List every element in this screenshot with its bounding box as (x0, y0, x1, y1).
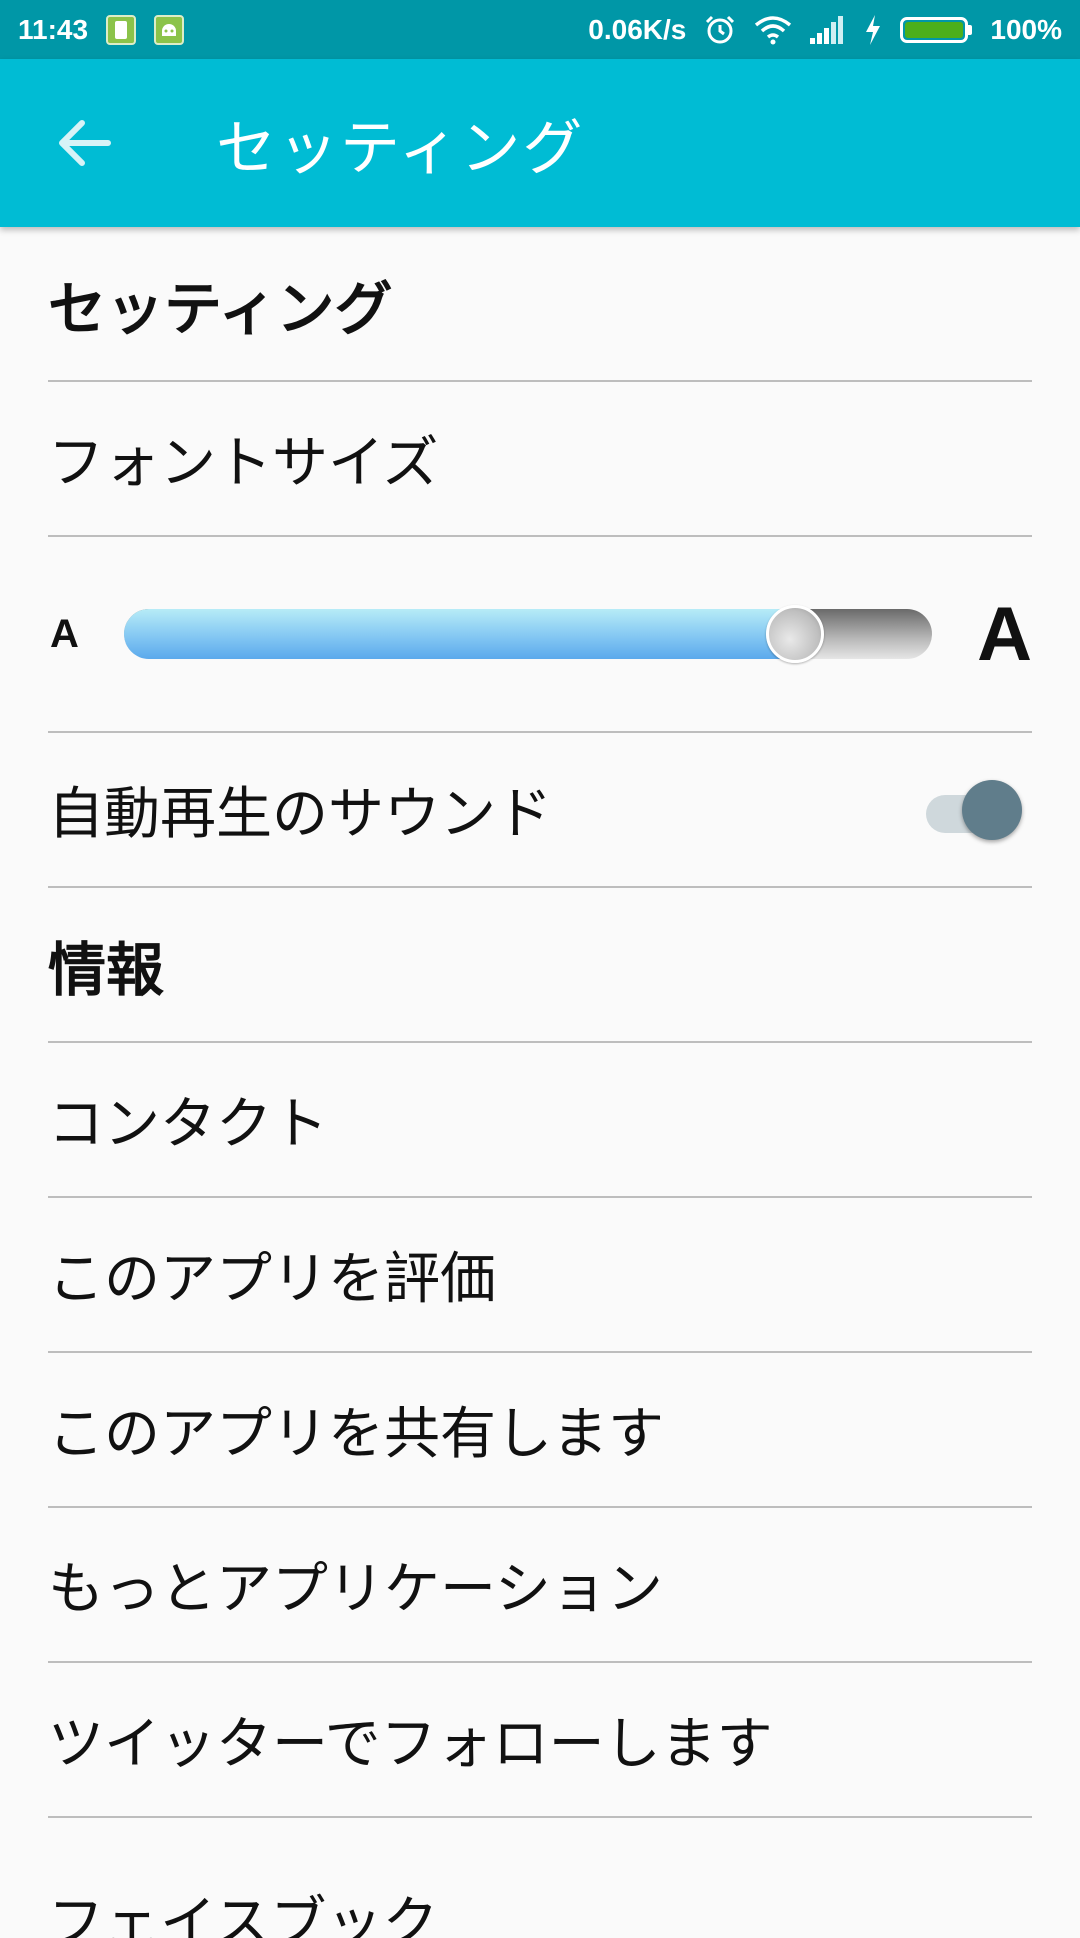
network-speed: 0.06K/s (588, 13, 687, 45)
small-font-label: A (50, 611, 79, 656)
rate-app-item[interactable]: このアプリを評価 (48, 1198, 1032, 1353)
autoplay-sound-item[interactable]: 自動再生のサウンド (48, 733, 1032, 888)
share-app-item[interactable]: このアプリを共有します (48, 1353, 1032, 1508)
app-bar: セッティング (0, 59, 1080, 227)
status-time: 11:43 (18, 13, 89, 45)
facebook-item[interactable]: フェイスブック (48, 1818, 1032, 1938)
arrow-back-icon (59, 120, 111, 166)
slider-thumb[interactable] (766, 605, 824, 663)
share-app-label: このアプリを共有します (48, 1402, 664, 1467)
facebook-label: フェイスブック (48, 1891, 439, 1938)
sim-card-icon (106, 14, 137, 45)
font-size-slider[interactable] (124, 605, 932, 663)
settings-list: セッティング フォントサイズ A A 自動再生のサウンド 情報 コンタクト この… (48, 227, 1032, 1938)
section-header-label: セッティング (48, 274, 393, 343)
section-header-settings: セッティング (48, 227, 1032, 382)
switch-thumb (962, 779, 1022, 840)
battery-level: 100% (990, 13, 1062, 45)
alarm-icon (704, 14, 736, 46)
autoplay-sound-label: 自動再生のサウンド (48, 782, 552, 847)
contact-label: コンタクト (48, 1092, 328, 1157)
section-header-info: 情報 (48, 888, 1032, 1043)
more-apps-label: もっとアプリケーション (48, 1557, 663, 1622)
slider-fill (124, 609, 795, 659)
battery-icon (900, 16, 973, 43)
font-size-label: フォントサイズ (48, 431, 439, 496)
android-debug-icon (154, 14, 185, 45)
charging-icon (864, 14, 882, 45)
contact-item[interactable]: コンタクト (48, 1043, 1032, 1198)
font-size-slider-row: A A (48, 537, 1032, 733)
wifi-icon (754, 15, 792, 45)
large-font-label: A (977, 591, 1032, 677)
section-header-label: 情報 (48, 935, 165, 1004)
follow-twitter-label: ツイッターでフォローします (48, 1712, 773, 1777)
status-bar: 11:43 0.06K/s 100% (0, 0, 1080, 59)
rate-app-label: このアプリを評価 (48, 1247, 496, 1312)
signal-icon (810, 15, 846, 44)
page-title: セッティング (216, 113, 585, 184)
follow-twitter-item[interactable]: ツイッターでフォローします (48, 1663, 1032, 1818)
more-apps-item[interactable]: もっとアプリケーション (48, 1508, 1032, 1663)
font-size-item: フォントサイズ (48, 382, 1032, 537)
autoplay-sound-switch[interactable] (926, 779, 1022, 840)
back-button[interactable] (24, 59, 144, 227)
